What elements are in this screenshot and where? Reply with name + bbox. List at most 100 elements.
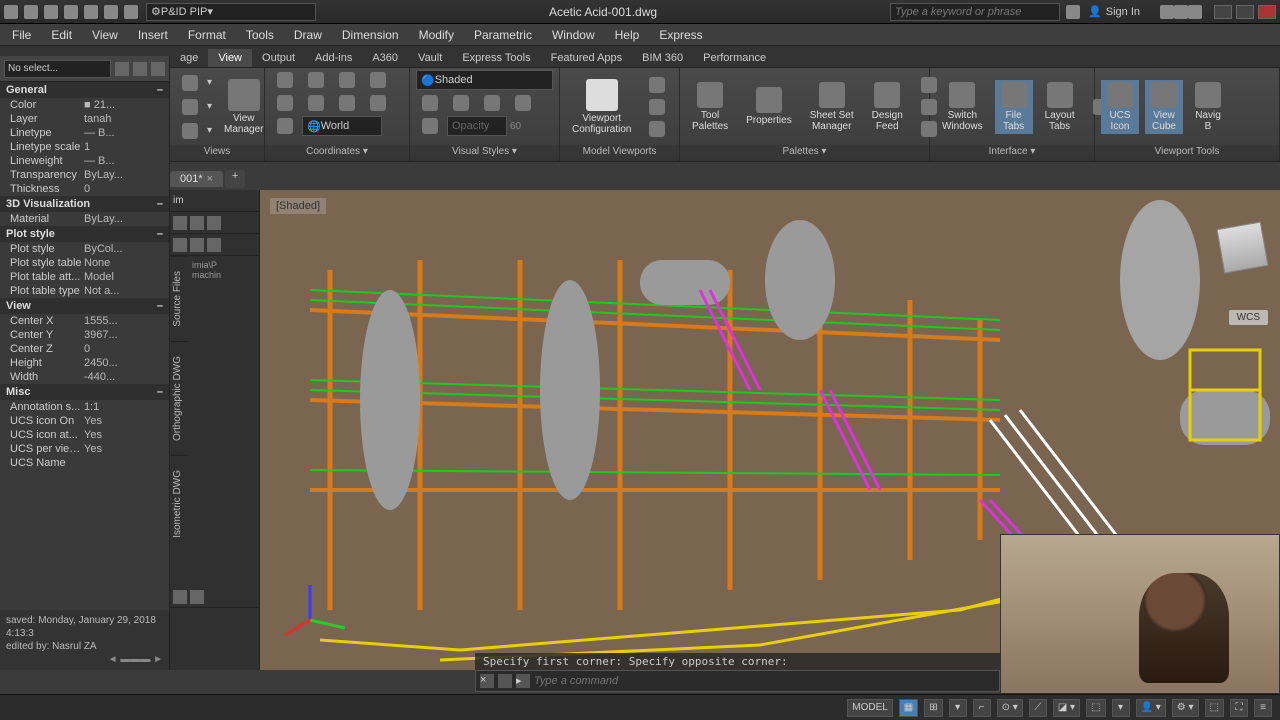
prop-row[interactable]: UCS per view...Yes	[0, 442, 169, 456]
ribbon-tab-performance[interactable]: Performance	[693, 49, 776, 67]
save-icon[interactable]	[64, 5, 78, 19]
strip-icon[interactable]	[173, 238, 187, 252]
prop-row[interactable]: Plot styleByCol...	[0, 242, 169, 256]
workspace-toggle[interactable]: ⬚	[1205, 699, 1224, 717]
design-feed-button[interactable]: Design Feed	[866, 80, 909, 134]
ucs-icon[interactable]	[271, 116, 299, 136]
ucs-icon[interactable]	[271, 70, 299, 90]
prop-row[interactable]: Lineweight— B...	[0, 154, 169, 168]
ribbon-tab-output[interactable]: Output	[252, 49, 305, 67]
ribbon-tab-add-ins[interactable]: Add-ins	[305, 49, 362, 67]
prop-row[interactable]: Color■ 21...	[0, 98, 169, 112]
search-input[interactable]: Type a keyword or phrase	[890, 3, 1060, 21]
vs-icon[interactable]	[509, 93, 537, 113]
prop-value[interactable]: tanah	[84, 113, 169, 125]
prop-value[interactable]: 1	[84, 141, 169, 153]
ribbon-tab-featured-apps[interactable]: Featured Apps	[541, 49, 633, 67]
prop-value[interactable]: ByLay...	[84, 169, 169, 181]
vs-icon[interactable]	[478, 93, 506, 113]
prop-value[interactable]: Not a...	[84, 285, 169, 297]
status-toggle[interactable]: ◪ ▾	[1053, 699, 1080, 717]
switch-windows-button[interactable]: Switch Windows	[936, 80, 989, 134]
close-icon[interactable]: ×	[480, 674, 494, 688]
ucs-icon[interactable]	[302, 93, 330, 113]
maximize-button[interactable]	[1236, 5, 1254, 19]
open-icon[interactable]	[44, 5, 58, 19]
strip-icon[interactable]	[207, 216, 221, 230]
status-toggle[interactable]: ⬚	[1086, 699, 1105, 717]
prop-value[interactable]: 2450...	[84, 357, 169, 369]
undo-icon[interactable]	[104, 5, 118, 19]
ortho-toggle[interactable]: ⌐	[973, 699, 991, 717]
prop-value[interactable]: -440...	[84, 371, 169, 383]
menu-tools[interactable]: Tools	[236, 26, 284, 44]
prop-row[interactable]: MaterialByLay...	[0, 212, 169, 226]
document-tab[interactable]: 001*×	[170, 171, 223, 187]
snap-toggle[interactable]: ⊞	[924, 699, 942, 717]
prop-value[interactable]: ByCol...	[84, 243, 169, 255]
prop-row[interactable]: Height2450...	[0, 356, 169, 370]
ucs-icon[interactable]	[364, 70, 392, 90]
view-manager-button[interactable]: View Manager	[218, 77, 269, 137]
prop-row[interactable]: Center X1555...	[0, 314, 169, 328]
world-dropdown[interactable]: 🌐 World	[302, 116, 382, 136]
ribbon-tab-age[interactable]: age	[170, 49, 208, 67]
prop-value[interactable]: Model	[84, 271, 169, 283]
tool-palettes-button[interactable]: Tool Palettes	[686, 80, 734, 134]
tab-source-files[interactable]: Source Files	[170, 256, 188, 341]
strip-icon[interactable]	[190, 590, 204, 604]
prop-value[interactable]: 0	[84, 343, 169, 355]
prop-row[interactable]: Plot style tableNone	[0, 256, 169, 270]
osnap-toggle[interactable]: ⟋	[1029, 699, 1047, 717]
signin-button[interactable]: 👤 Sign In	[1088, 5, 1140, 18]
prop-row[interactable]: UCS icon at...Yes	[0, 428, 169, 442]
prop-row[interactable]: TransparencyByLay...	[0, 168, 169, 182]
strip-icon[interactable]	[190, 238, 204, 252]
view-cube[interactable]	[1216, 221, 1268, 273]
tab-iso-dwg[interactable]: Isometric DWG	[170, 455, 188, 552]
prop-value[interactable]	[84, 457, 169, 469]
prop-value[interactable]: Yes	[84, 443, 169, 455]
prop-row[interactable]: Plot table att...Model	[0, 270, 169, 284]
ribbon-tab-vault[interactable]: Vault	[408, 49, 452, 67]
menu-draw[interactable]: Draw	[284, 26, 332, 44]
ribbon-tab-a360[interactable]: A360	[362, 49, 408, 67]
prop-value[interactable]: ByLay...	[84, 213, 169, 225]
prop-value[interactable]: 3967...	[84, 329, 169, 341]
minimize-button[interactable]	[1214, 5, 1232, 19]
menu-file[interactable]: File	[2, 26, 41, 44]
status-toggle[interactable]: ▾	[1112, 699, 1130, 717]
prop-value[interactable]: 1:1	[84, 401, 169, 413]
prop-row[interactable]: Center Z0	[0, 342, 169, 356]
viewport-config-button[interactable]: Viewport Configuration	[566, 77, 637, 137]
section-viz3d[interactable]: 3D Visualization–	[0, 196, 169, 212]
visual-style-dropdown[interactable]: 🔵 Shaded	[416, 70, 553, 90]
vp-icon[interactable]	[643, 75, 671, 95]
prop-row[interactable]: Linetype scale1	[0, 140, 169, 154]
view-tool-icon[interactable]	[176, 97, 204, 117]
prop-value[interactable]: 1555...	[84, 315, 169, 327]
vp-icon[interactable]	[643, 119, 671, 139]
strip-icon[interactable]	[190, 216, 204, 230]
view-cube-button[interactable]: View Cube	[1145, 80, 1183, 134]
section-plot[interactable]: Plot style–	[0, 226, 169, 242]
file-tabs-button[interactable]: File Tabs	[995, 80, 1033, 134]
redo-icon[interactable]	[124, 5, 138, 19]
prop-row[interactable]: Width-440...	[0, 370, 169, 384]
ucs-icon-button[interactable]: UCS Icon	[1101, 80, 1139, 134]
command-line[interactable]: × ▸	[475, 670, 1000, 692]
new-icon[interactable]	[24, 5, 38, 19]
prop-row[interactable]: Layertanah	[0, 112, 169, 126]
menu-modify[interactable]: Modify	[409, 26, 464, 44]
menu-format[interactable]: Format	[178, 26, 236, 44]
prop-value[interactable]: — B...	[84, 155, 169, 167]
prop-value[interactable]: None	[84, 257, 169, 269]
vs-icon[interactable]	[416, 93, 444, 113]
ucs-icon[interactable]	[333, 93, 361, 113]
selection-dropdown[interactable]: No select...	[4, 60, 111, 78]
clean-screen[interactable]: ⛶	[1230, 699, 1248, 717]
ucs-icon[interactable]	[271, 93, 299, 113]
polar-toggle[interactable]: ⊙ ▾	[997, 699, 1023, 717]
ucs-icon[interactable]	[333, 70, 361, 90]
opacity-field[interactable]: Opacity	[447, 116, 507, 136]
